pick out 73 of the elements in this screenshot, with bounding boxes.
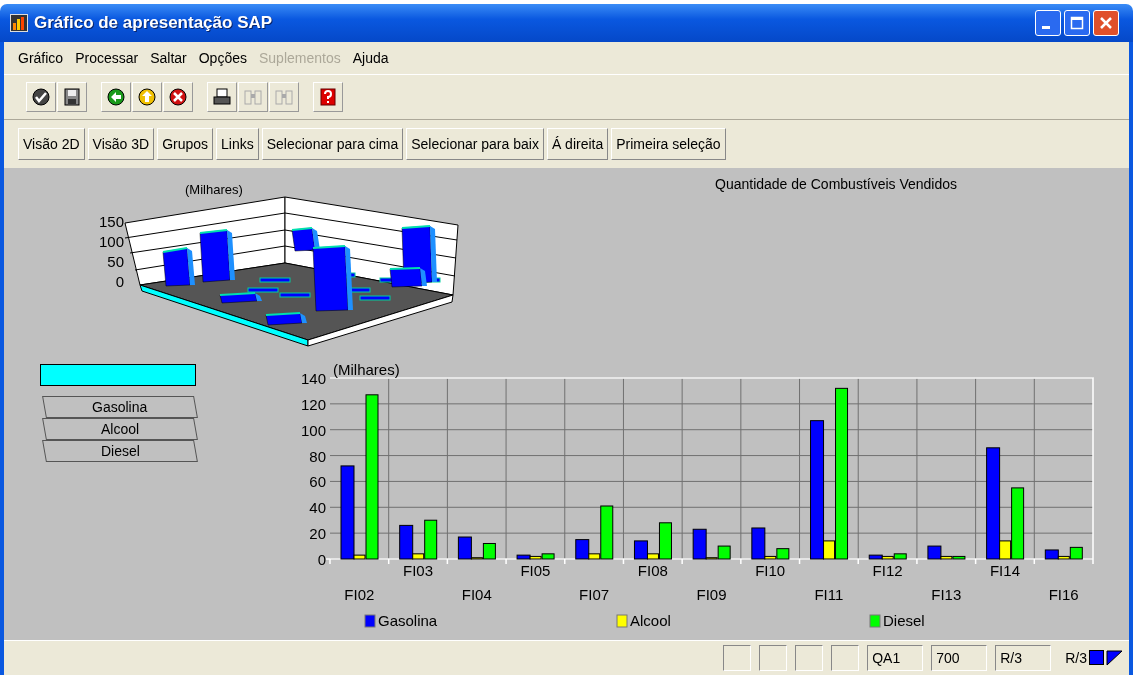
chart-icon <box>10 14 28 32</box>
category-label: FI03 <box>403 562 434 579</box>
category-label: FI08 <box>637 562 668 579</box>
maximize-button[interactable] <box>1064 10 1090 36</box>
menu-item[interactable]: Saltar <box>150 50 187 66</box>
view-button[interactable]: Links <box>216 128 259 160</box>
view-button[interactable]: Á direita <box>546 128 609 160</box>
category-label: FI16 <box>1048 586 1079 603</box>
bar <box>359 295 391 301</box>
close-button[interactable] <box>1093 10 1119 36</box>
status-icon <box>1089 650 1123 666</box>
maximize-icon <box>1070 16 1084 30</box>
printer-icon[interactable] <box>207 82 237 112</box>
axis-tick-label: 80 <box>309 447 326 465</box>
chart-title: Quantidade de Combustíveis Vendidos <box>715 176 958 192</box>
category-label: FI12 <box>872 562 903 579</box>
view-button[interactable]: Selecionar para baix <box>406 128 544 160</box>
category-label: FI11 <box>814 586 844 603</box>
legend-tab[interactable]: Diesel <box>42 440 198 462</box>
menu-item[interactable]: Processar <box>75 50 139 66</box>
status-field <box>723 645 752 671</box>
bar <box>265 312 307 326</box>
axis-tick-label: 0 <box>317 551 326 568</box>
axis-tick-label: 60 <box>309 473 326 491</box>
category-label: FI02 <box>344 586 375 603</box>
view-button[interactable]: Visão 3D <box>87 128 155 160</box>
legend-label: Gasolina <box>378 612 438 629</box>
legend-label: Alcool <box>630 612 671 629</box>
menu-item[interactable]: Gráfico <box>18 50 64 66</box>
checkmark-icon[interactable] <box>26 82 56 112</box>
category-label: FI04 <box>461 586 492 603</box>
status-field <box>831 645 860 671</box>
minimize-icon <box>1042 25 1050 29</box>
axis-tick-label: 20 <box>309 525 326 543</box>
bar <box>199 229 235 283</box>
category-label: FI14 <box>989 562 1020 579</box>
axis-tick-label: 0 <box>115 272 124 292</box>
system-label: R/3 <box>1065 650 1087 666</box>
axis-tick-label: 150 <box>98 212 124 232</box>
view-button[interactable]: Selecionar para cima <box>261 128 404 160</box>
view-button[interactable]: Visão 2D <box>18 128 85 160</box>
axis-tick-label: 100 <box>98 232 124 252</box>
status-field <box>759 645 788 671</box>
bar <box>259 277 291 283</box>
axis-tick-label: 100 <box>300 421 326 439</box>
axis-unit-label: (Milhares) <box>333 361 400 378</box>
axis-tick-label: 140 <box>300 370 326 387</box>
category-label: FI07 <box>579 586 610 603</box>
view-button[interactable]: Grupos <box>157 128 214 160</box>
category-label: FI13 <box>931 586 962 603</box>
status-field <box>795 645 824 671</box>
status-field: 700 <box>931 645 988 671</box>
status-field: R/3 <box>995 645 1052 671</box>
axis-unit-label: (Milhares) <box>185 182 243 197</box>
window-title: Gráfico de apresentação SAP <box>34 13 273 33</box>
close-icon <box>1099 16 1113 30</box>
menu-item[interactable]: Opções <box>198 50 247 66</box>
legend-tab[interactable]: Alcool <box>42 418 198 440</box>
axis-tick-label: 50 <box>107 252 124 272</box>
axis-tick-label: 120 <box>300 395 326 413</box>
bar <box>162 247 195 287</box>
help-icon[interactable] <box>313 82 343 112</box>
category-label: FI10 <box>755 562 786 579</box>
category-label: FI05 <box>520 562 551 579</box>
status-field: QA1 <box>867 645 924 671</box>
view-button[interactable]: Primeira seleção <box>611 128 726 160</box>
legend-label: Diesel <box>883 612 925 629</box>
axis-tick-label: 40 <box>309 499 326 517</box>
category-label: FI09 <box>696 586 727 603</box>
legend-tab[interactable]: Gasolina <box>42 396 198 418</box>
menu-item[interactable]: Ajuda <box>352 50 389 66</box>
minimize-button[interactable] <box>1035 10 1061 36</box>
cancel-icon[interactable] <box>163 82 193 112</box>
